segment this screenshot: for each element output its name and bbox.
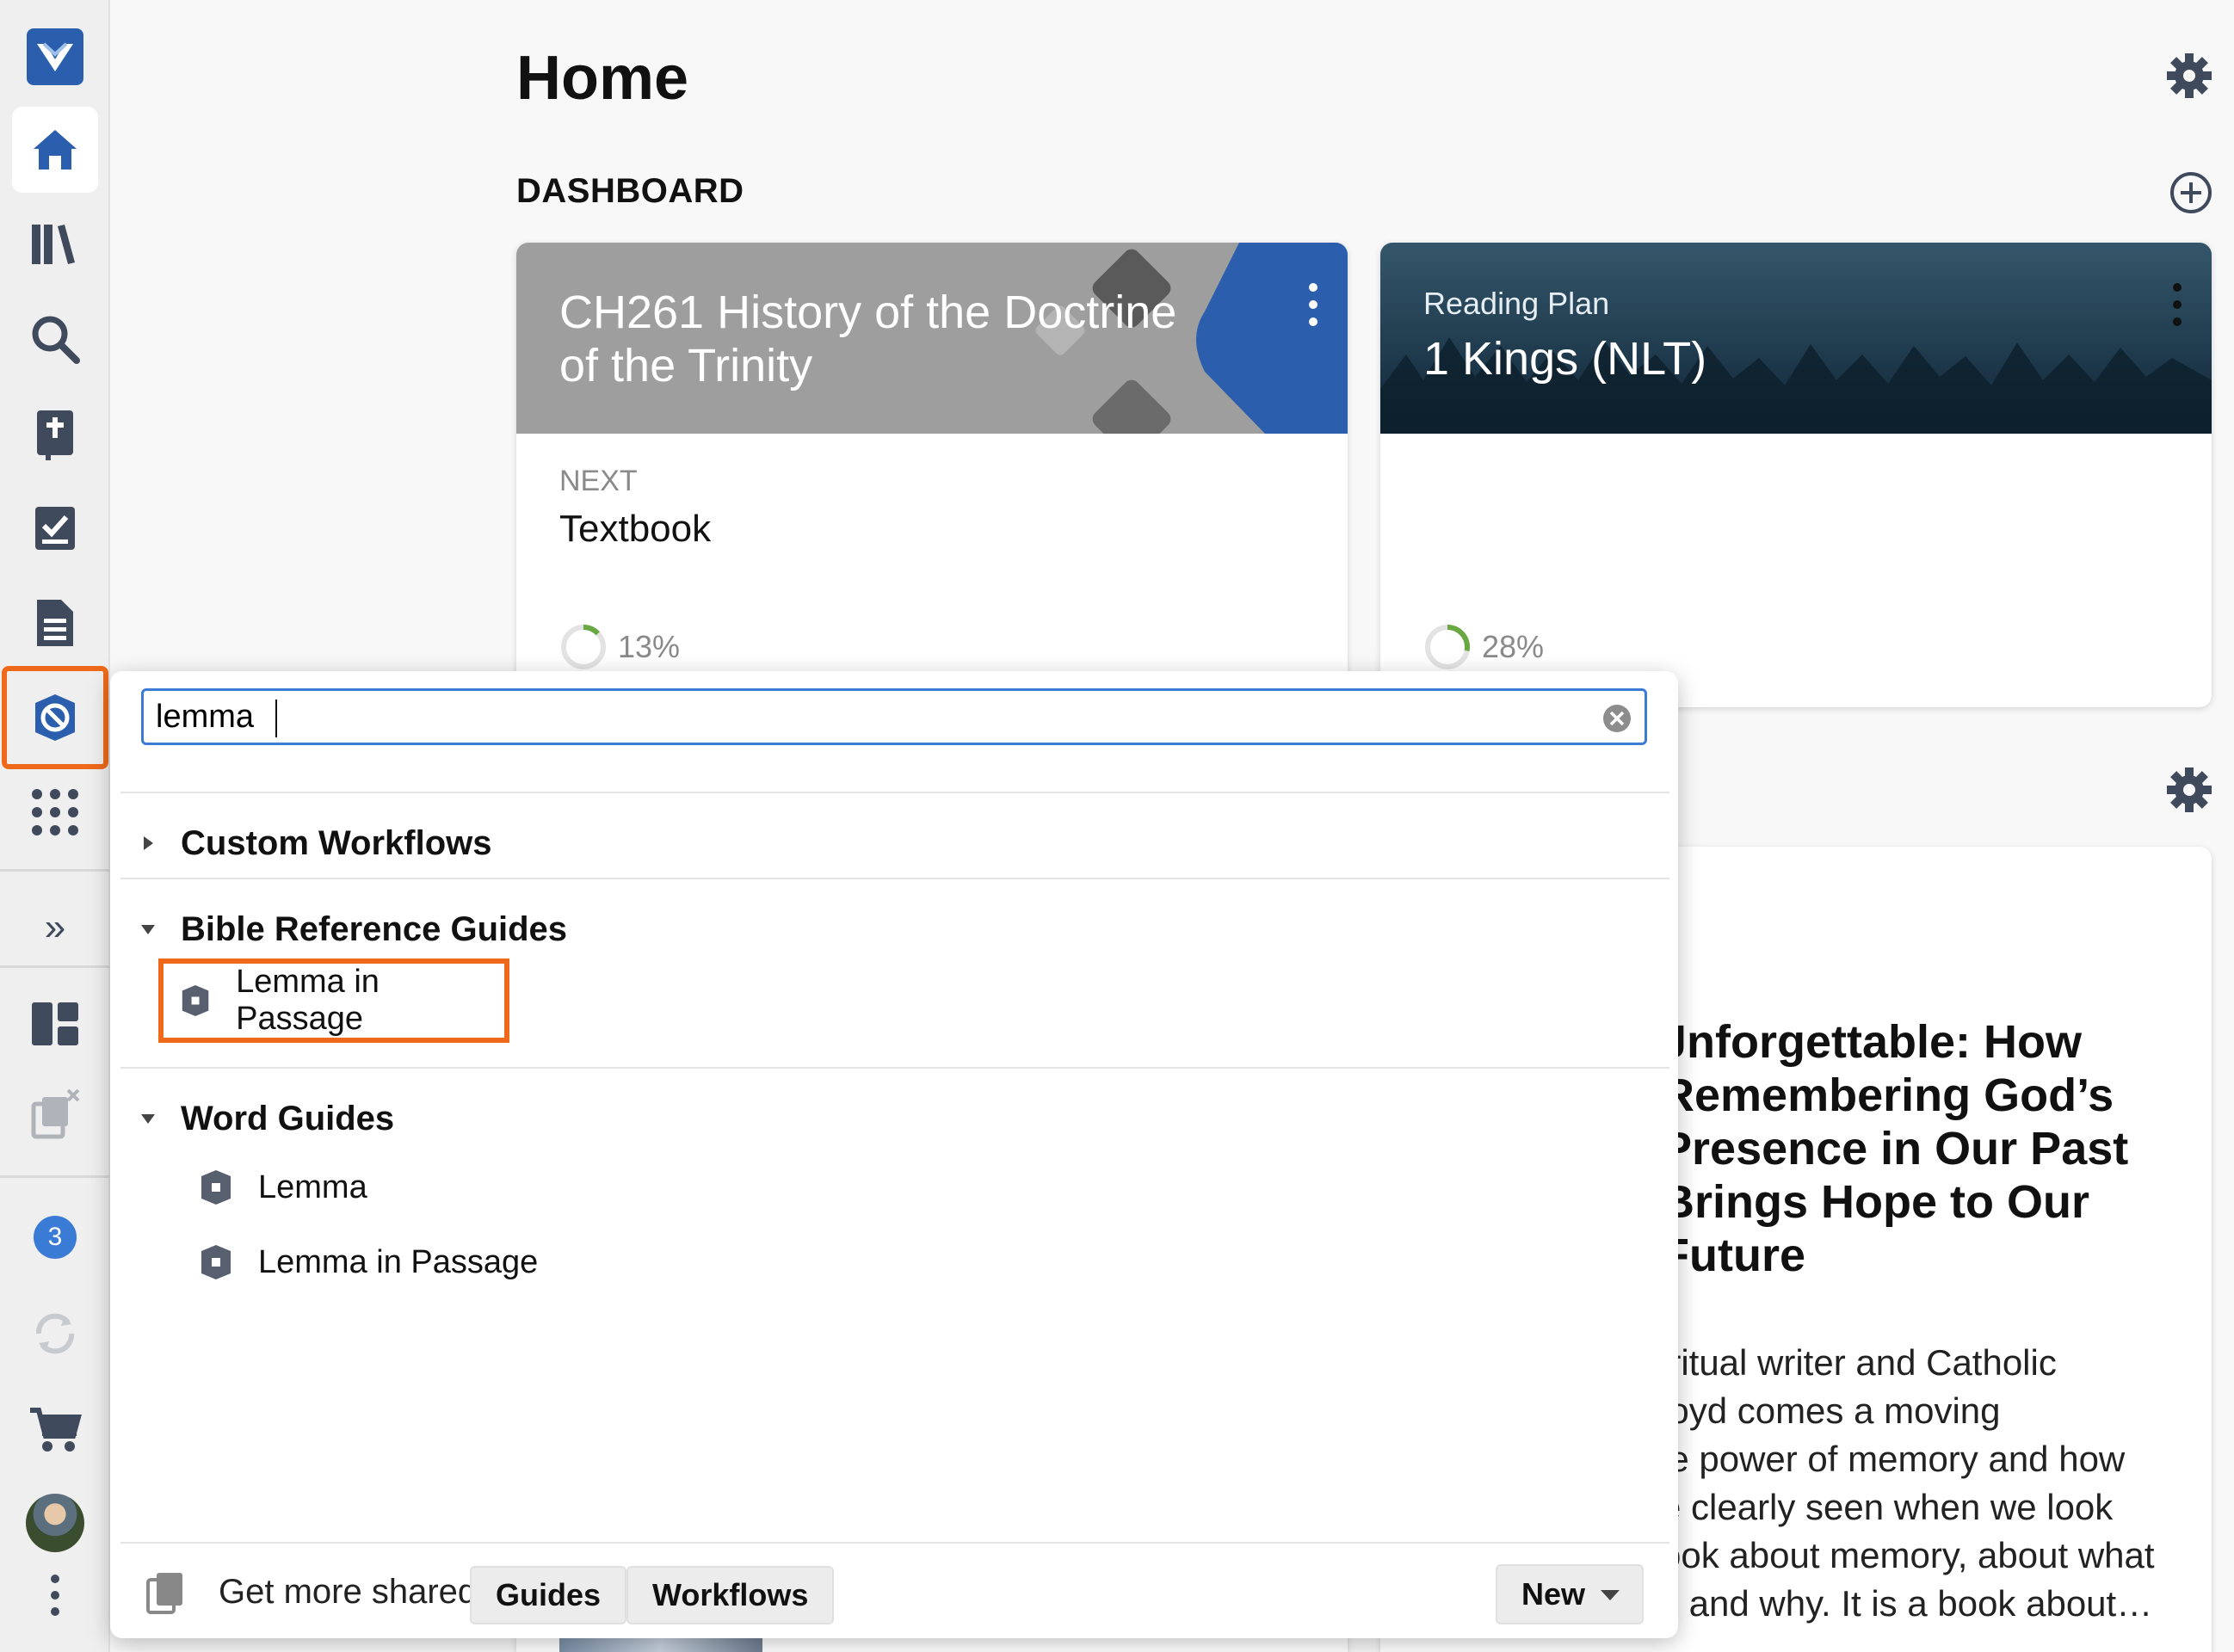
article-body-line: l, and why. It is a book about…: [1661, 1583, 2153, 1624]
expand-icon[interactable]: »: [12, 885, 98, 971]
expand-glyph: »: [44, 906, 66, 948]
cart-icon[interactable]: [12, 1387, 98, 1473]
rail-divider: [0, 869, 110, 872]
progress-ring-icon: [1425, 625, 1470, 669]
guide-icon: [182, 985, 209, 1016]
divider: [120, 792, 1669, 793]
plan-progress: 28%: [1423, 623, 1544, 671]
get-more-shared-label: Get more shared:: [219, 1573, 487, 1611]
guide-item-label: Lemma: [258, 1168, 367, 1205]
notification-count-badge: 3: [34, 1216, 77, 1259]
section-title: Custom Workflows: [181, 823, 492, 862]
more-icon[interactable]: [12, 1552, 98, 1638]
article-title-line: Future: [1661, 1230, 1805, 1281]
section-custom-workflows[interactable]: Custom Workflows: [136, 817, 492, 869]
dashboard-label: DASHBOARD: [516, 172, 744, 210]
gear-icon[interactable]: [2165, 52, 2213, 100]
article-body-line: ook about memory, about what: [1661, 1535, 2155, 1575]
gear-icon[interactable]: [2165, 766, 2213, 814]
article-body-line: e clearly seen when we look: [1661, 1487, 2114, 1527]
guide-item-lemma[interactable]: Lemma: [182, 1150, 385, 1224]
collapse-triangle-icon: [141, 925, 155, 934]
app-logo-icon[interactable]: [12, 14, 98, 100]
progress-ring-icon: [561, 625, 606, 669]
reading-plan-title: 1 Kings (NLT): [1423, 333, 1707, 385]
reading-plan-card[interactable]: Reading Plan 1 Kings (NLT) 28%: [1380, 243, 2212, 707]
guide-item-label: Lemma in Passage: [258, 1243, 539, 1280]
chevron-down-icon: [1601, 1590, 1620, 1600]
article-body-line: iritual writer and Catholic: [1661, 1342, 2057, 1383]
reading-plan-header: Reading Plan 1 Kings (NLT): [1380, 243, 2212, 434]
course-card[interactable]: CH261 History of the Doctrine of the Tri…: [516, 243, 1348, 707]
shared-workflows-button[interactable]: Workflows: [626, 1566, 835, 1624]
guides-panel: Custom Workflows Bible Reference Guides …: [110, 671, 1678, 1638]
apps-grid-icon[interactable]: [12, 769, 98, 855]
next-value[interactable]: Textbook: [559, 508, 711, 551]
article-body-line: loyd comes a moving: [1661, 1390, 2001, 1431]
guide-item-lemma-in-passage[interactable]: Lemma in Passage: [158, 959, 509, 1043]
tasks-icon[interactable]: [12, 485, 98, 571]
text-caret: [275, 700, 277, 737]
sort-dropdown[interactable]: New: [1496, 1564, 1644, 1624]
reading-plan-menu-icon[interactable]: [2169, 282, 2186, 327]
close-panels-icon[interactable]: [12, 1072, 98, 1158]
panel-footer: Get more shared: Guides Workflows New: [120, 1542, 1669, 1637]
sort-dropdown-value: New: [1521, 1576, 1586, 1612]
course-title-line2: of the Trinity: [559, 340, 813, 391]
section-bible-reference-guides[interactable]: Bible Reference Guides: [136, 903, 567, 955]
guide-icon: [201, 1245, 231, 1279]
guide-search-input[interactable]: [156, 696, 1584, 737]
course-card-header: CH261 History of the Doctrine of the Tri…: [516, 243, 1348, 434]
guide-search-box[interactable]: [141, 688, 1647, 745]
home-icon[interactable]: [12, 107, 98, 193]
sync-icon[interactable]: [12, 1291, 98, 1377]
shared-copies-icon: [146, 1573, 182, 1614]
progress-text: 13%: [618, 629, 681, 664]
notifications-button[interactable]: 3: [12, 1194, 98, 1280]
divider: [120, 1067, 1669, 1069]
documents-icon[interactable]: [12, 580, 98, 666]
section-word-guides[interactable]: Word Guides: [136, 1093, 394, 1144]
clear-search-icon[interactable]: [1601, 703, 1632, 734]
left-rail: » 3: [0, 0, 110, 1652]
expand-triangle-icon: [144, 836, 153, 850]
guide-icon: [201, 1170, 231, 1205]
add-widget-icon[interactable]: [2169, 170, 2213, 215]
next-label: NEXT: [559, 465, 638, 497]
layouts-icon[interactable]: [12, 981, 98, 1067]
search-icon[interactable]: [12, 296, 98, 382]
library-icon[interactable]: [12, 201, 98, 287]
article-body: iritual writer and Catholic loyd comes a…: [1661, 1339, 2177, 1628]
guides-icon[interactable]: [2, 666, 108, 769]
article-title-line: Brings Hope to Our: [1661, 1176, 2089, 1228]
rail-divider: [0, 1175, 110, 1178]
article-body-line: ie power of memory and how: [1661, 1439, 2126, 1479]
collapse-triangle-icon: [141, 1114, 155, 1124]
article-title-line: Remembering God’s: [1661, 1069, 2114, 1121]
section-title: Bible Reference Guides: [181, 909, 568, 948]
article-title-line: Jnforgettable: How: [1661, 1016, 2083, 1068]
shared-guides-button[interactable]: Guides: [470, 1566, 627, 1624]
article-title[interactable]: Jnforgettable: How Remembering God’s Pre…: [1661, 1015, 2177, 1282]
progress-text: 28%: [1482, 629, 1545, 664]
guide-item-label: Lemma in Passage: [236, 964, 380, 1037]
course-progress: 13%: [559, 623, 680, 671]
rail-divider: [0, 965, 110, 968]
section-title: Word Guides: [181, 1099, 395, 1137]
divider: [120, 878, 1669, 879]
bible-icon[interactable]: [12, 391, 98, 477]
reading-plan-kicker: Reading Plan: [1423, 286, 1610, 321]
course-card-menu-icon[interactable]: [1305, 282, 1322, 327]
avatar: [26, 1494, 84, 1552]
article-title-line: Presence in Our Past: [1661, 1123, 2129, 1174]
course-title-line1: CH261 History of the Doctrine: [559, 287, 1177, 338]
page-title: Home: [516, 44, 689, 113]
guide-item-lemma-in-passage[interactable]: Lemma in Passage: [182, 1225, 555, 1299]
